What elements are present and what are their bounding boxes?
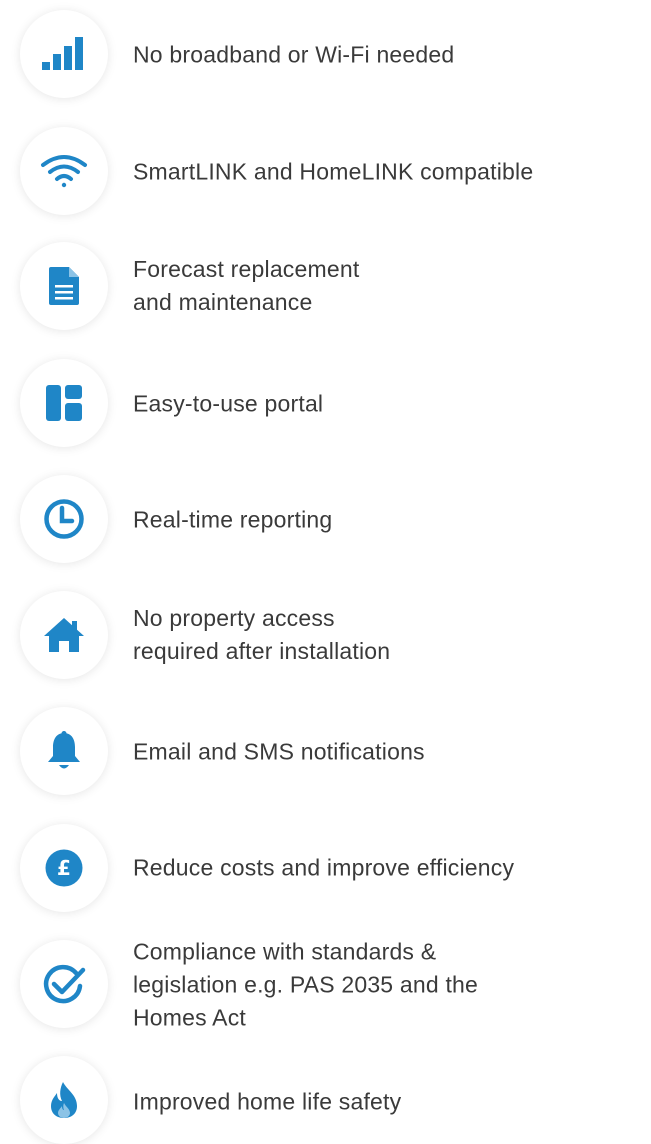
feature-text: SmartLINK and HomeLINK compatible <box>133 158 534 185</box>
document-icon <box>20 242 108 330</box>
bell-icon <box>20 707 108 795</box>
wifi-icon <box>20 127 108 215</box>
feature-text: No broadband or Wi-Fi needed <box>133 41 455 68</box>
clock-icon <box>20 475 108 563</box>
pound-coin-icon: £ <box>20 824 108 912</box>
feature-text: Compliance with standards & legislation … <box>133 938 479 1031</box>
flame-icon <box>20 1056 108 1144</box>
signal-bars-icon <box>20 10 108 98</box>
feature-text: Forecast replacement and maintenance <box>133 256 360 315</box>
feature-text: Improved home life safety <box>133 1088 402 1115</box>
feature-text: Real-time reporting <box>133 506 333 533</box>
feature-text: Reduce costs and improve efficiency <box>133 854 515 881</box>
feature-text: Email and SMS notifications <box>133 738 425 765</box>
feature-text: Easy-to-use portal <box>133 390 324 417</box>
svg-text:£: £ <box>57 856 71 880</box>
home-icon <box>20 591 108 679</box>
check-circle-icon <box>20 940 108 1028</box>
dashboard-icon <box>20 359 108 447</box>
feature-text: No property access required after instal… <box>133 605 391 664</box>
